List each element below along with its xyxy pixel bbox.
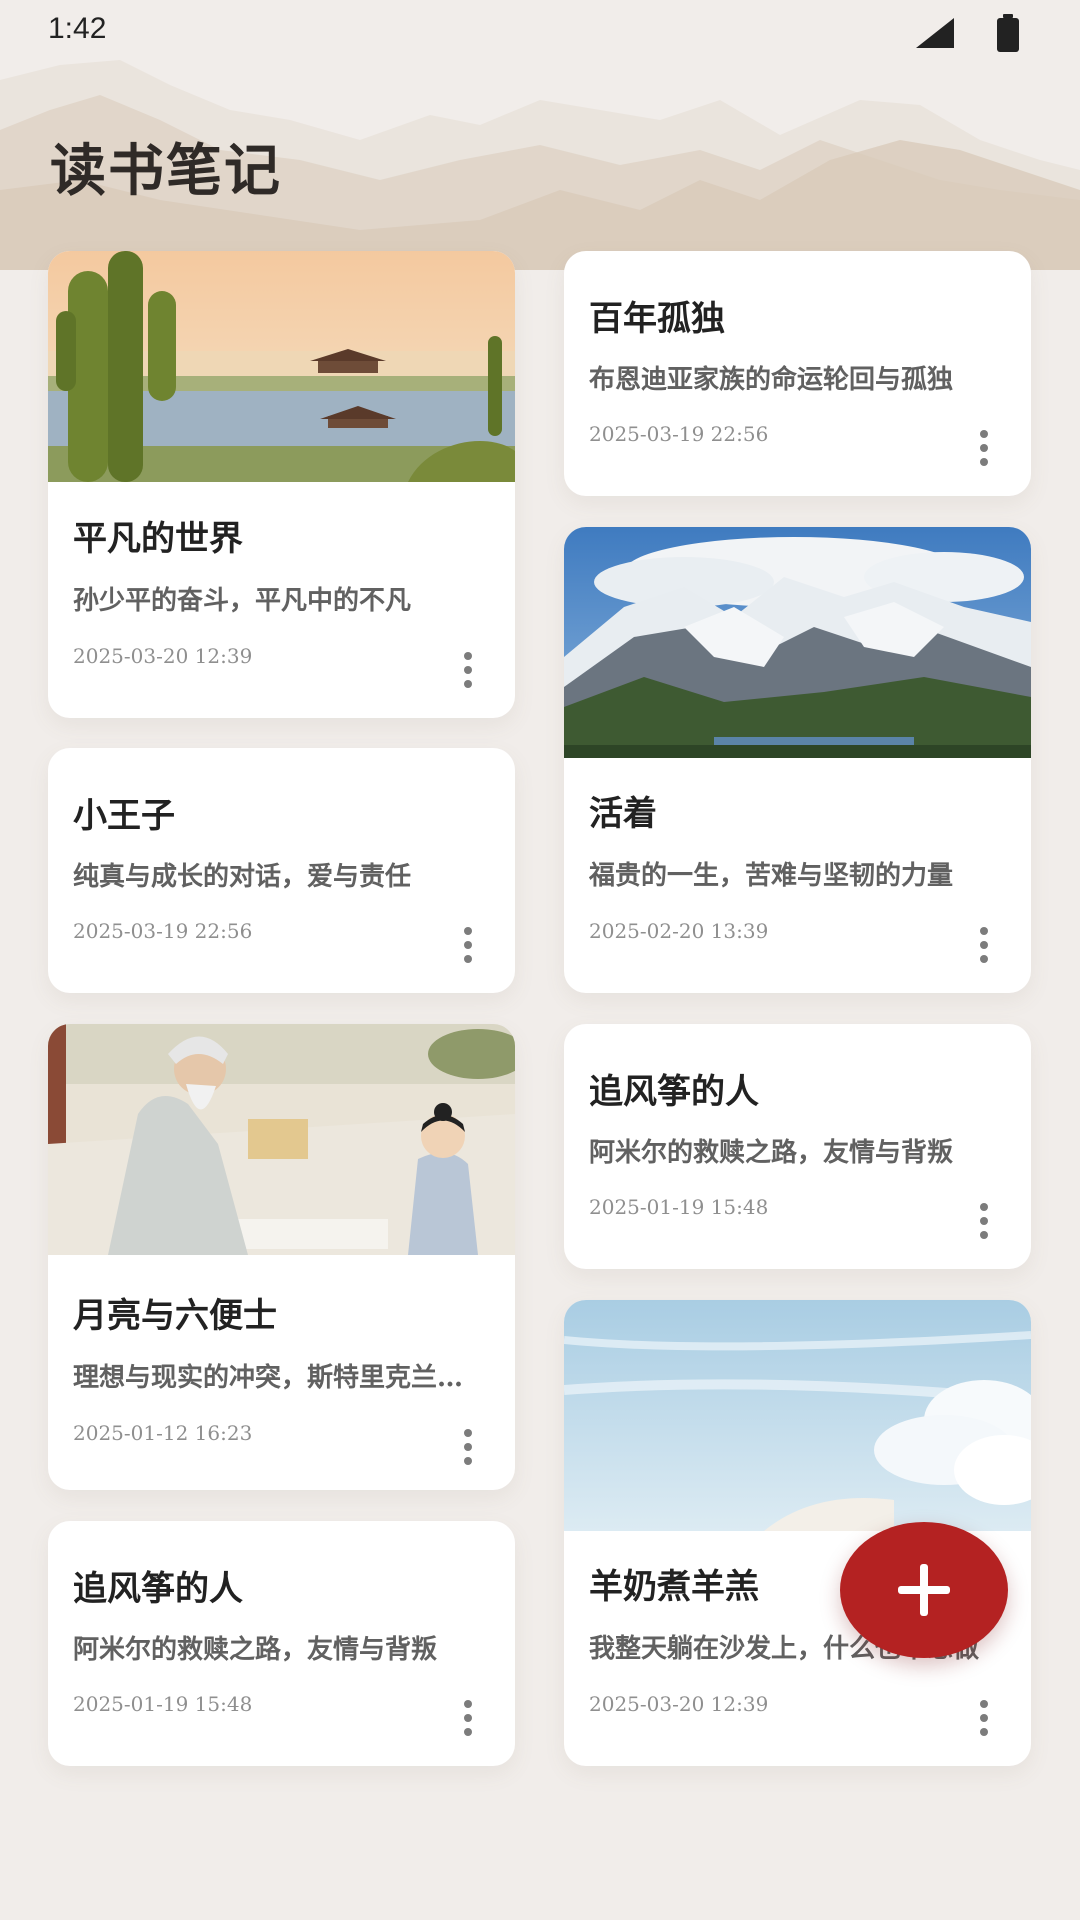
- more-options-icon[interactable]: [964, 1196, 1004, 1246]
- note-title: 平凡的世界: [73, 519, 243, 559]
- note-cover-image: [48, 1024, 515, 1255]
- note-cover-image: [48, 251, 515, 482]
- note-card[interactable]: 追风筝的人 阿米尔的救赎之路，友情与背叛 2025-01-19 15:48: [48, 1521, 515, 1766]
- note-title: 追风筝的人: [73, 1569, 243, 1609]
- more-options-icon[interactable]: [964, 920, 1004, 970]
- note-date: 2025-03-19 22:56: [73, 919, 253, 943]
- plus-icon: [898, 1564, 950, 1616]
- more-options-icon[interactable]: [964, 1693, 1004, 1743]
- more-options-icon[interactable]: [448, 920, 488, 970]
- more-options-icon[interactable]: [964, 423, 1004, 473]
- add-note-button[interactable]: [840, 1522, 1008, 1658]
- page-title: 读书笔记: [50, 138, 282, 204]
- more-options-icon[interactable]: [448, 1422, 488, 1472]
- note-cover-image: [564, 1300, 1031, 1531]
- note-card[interactable]: 百年孤独 布恩迪亚家族的命运轮回与孤独 2025-03-19 22:56: [564, 251, 1031, 496]
- battery-icon: [997, 14, 1019, 52]
- note-card[interactable]: 平凡的世界 孙少平的奋斗，平凡中的不凡 2025-03-20 12:39: [48, 251, 515, 718]
- note-summary: 阿米尔的救赎之路，友情与背叛: [73, 1635, 438, 1665]
- note-date: 2025-01-19 15:48: [73, 1692, 253, 1716]
- note-summary: 阿米尔的救赎之路，友情与背叛: [589, 1138, 954, 1168]
- note-title: 羊奶煮羊羔: [589, 1567, 759, 1607]
- note-date: 2025-03-20 12:39: [73, 644, 253, 668]
- note-cover-image: [564, 527, 1031, 758]
- note-card[interactable]: 追风筝的人 阿米尔的救赎之路，友情与背叛 2025-01-19 15:48: [564, 1024, 1031, 1269]
- note-summary: 孙少平的奋斗，平凡中的不凡: [73, 586, 412, 616]
- note-title: 活着: [589, 794, 657, 834]
- status-bar: 1:42: [0, 0, 1080, 64]
- note-date: 2025-02-20 13:39: [589, 919, 769, 943]
- note-title: 追风筝的人: [589, 1072, 759, 1112]
- note-summary: 布恩迪亚家族的命运轮回与孤独: [589, 365, 954, 395]
- note-date: 2025-03-20 12:39: [589, 1692, 769, 1716]
- note-date: 2025-01-19 15:48: [589, 1195, 769, 1219]
- note-summary: 理想与现实的冲突，斯特里克兰德的追寻: [73, 1363, 483, 1393]
- more-options-icon[interactable]: [448, 645, 488, 695]
- note-summary: 福贵的一生，苦难与坚韧的力量: [589, 861, 954, 891]
- note-date: 2025-01-12 16:23: [73, 1421, 253, 1445]
- signal-icon: [916, 18, 954, 48]
- note-date: 2025-03-19 22:56: [589, 422, 769, 446]
- note-summary: 纯真与成长的对话，爱与责任: [73, 862, 412, 892]
- more-options-icon[interactable]: [448, 1693, 488, 1743]
- note-title: 月亮与六便士: [73, 1296, 277, 1336]
- note-title: 百年孤独: [589, 299, 725, 339]
- note-title: 小王子: [73, 796, 175, 836]
- status-time: 1:42: [48, 12, 107, 45]
- note-card[interactable]: 小王子 纯真与成长的对话，爱与责任 2025-03-19 22:56: [48, 748, 515, 993]
- note-card[interactable]: 活着 福贵的一生，苦难与坚韧的力量 2025-02-20 13:39: [564, 527, 1031, 993]
- note-card[interactable]: 月亮与六便士 理想与现实的冲突，斯特里克兰德的追寻 2025-01-12 16:…: [48, 1024, 515, 1490]
